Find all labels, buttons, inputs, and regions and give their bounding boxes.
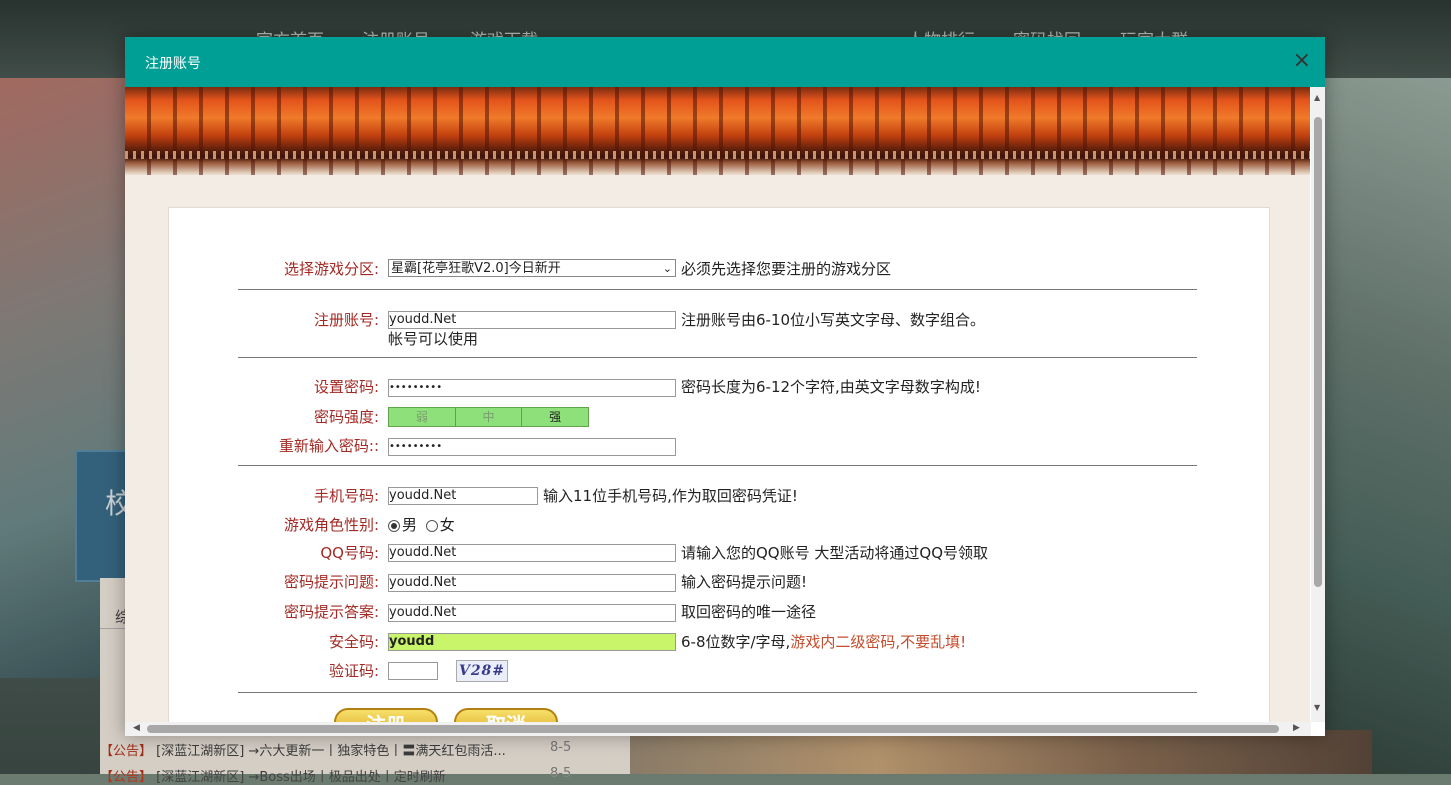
qq-input[interactable]: youdd.Net <box>388 544 676 562</box>
close-icon[interactable]: × <box>1293 47 1311 75</box>
horizontal-scrollbar[interactable]: ◀ ▶ <box>125 722 1311 736</box>
account-row: 注册账号: youdd.Net 注册账号由6-10位小写英文字母、数字组合。 <box>169 309 1269 331</box>
question-row: 密码提示问题: youdd.Net 输入密码提示问题! <box>169 571 1269 593</box>
strength-strong: 强 <box>522 408 589 426</box>
security-hint: 6-8位数字/字母,游戏内二级密码,不要乱填! <box>681 631 966 653</box>
scroll-up-icon[interactable]: ▲ <box>1314 93 1320 102</box>
qq-hint: 请输入您的QQ账号 大型活动将通过QQ号领取 <box>681 544 988 562</box>
answer-row: 密码提示答案: youdd.Net 取回密码的唯一途径 <box>169 601 1269 623</box>
security-label: 安全码: <box>328 633 379 651</box>
horizontal-scroll-thumb[interactable] <box>147 725 1279 733</box>
gender-male-label: 男 <box>402 516 418 534</box>
account-input[interactable]: youdd.Net <box>388 311 676 329</box>
password-strength-meter: 弱 中 强 <box>388 407 589 427</box>
zone-row: 选择游戏分区: 星霸[花亭狂歌V2.0]今日新开 ⌄ 必须先选择您要注册的游戏分… <box>169 258 1269 280</box>
phone-label: 手机号码: <box>313 487 379 505</box>
password-hint: 密码长度为6-12个字符,由英文字母数字构成! <box>681 378 981 396</box>
strength-weak: 弱 <box>389 408 456 426</box>
roof-banner-dots <box>125 151 1310 159</box>
answer-input[interactable]: youdd.Net <box>388 604 676 622</box>
gender-row: 游戏角色性别: 男 女 <box>169 514 1269 536</box>
phone-hint: 输入11位手机号码,作为取回密码凭证! <box>543 487 798 505</box>
phone-row: 手机号码: youdd.Net 输入11位手机号码,作为取回密码凭证! <box>169 485 1269 507</box>
password-label: 设置密码: <box>313 378 379 396</box>
repeat-password-input[interactable]: ••••••••• <box>388 438 676 456</box>
modal-body: 选择游戏分区: 星霸[花亭狂歌V2.0]今日新开 ⌄ 必须先选择您要注册的游戏分… <box>125 87 1310 722</box>
captcha-input[interactable] <box>388 662 438 680</box>
scroll-right-icon[interactable]: ▶ <box>1293 723 1300 733</box>
answer-label: 密码提示答案: <box>283 603 379 621</box>
gender-female-radio[interactable] <box>425 519 438 532</box>
divider <box>238 465 1197 466</box>
register-modal: 注册账号 × 选择游戏分区: 星霸[花亭狂歌V2.0]今日新开 ⌄ 必须先选择您… <box>125 37 1325 736</box>
register-form: 选择游戏分区: 星霸[花亭狂歌V2.0]今日新开 ⌄ 必须先选择您要注册的游戏分… <box>168 207 1270 722</box>
captcha-row: 验证码: V28# <box>169 660 1269 682</box>
repeat-password-row: 重新输入密码:: ••••••••• <box>169 435 1269 457</box>
divider <box>238 357 1197 358</box>
divider <box>238 692 1197 693</box>
security-hint-text: 6-8位数字/字母, <box>681 633 791 651</box>
strength-row: 密码强度: 弱 中 强 <box>169 406 1269 428</box>
modal-header: 注册账号 × <box>125 37 1325 87</box>
gender-female-label: 女 <box>439 516 455 534</box>
question-input[interactable]: youdd.Net <box>388 574 676 592</box>
account-status: 帐号可以使用 <box>388 330 479 348</box>
question-label: 密码提示问题: <box>283 573 379 591</box>
cancel-button[interactable]: 取消 <box>454 708 558 722</box>
scroll-down-icon[interactable]: ▼ <box>1314 703 1320 712</box>
captcha-label: 验证码: <box>328 662 379 680</box>
answer-hint: 取回密码的唯一途径 <box>681 603 817 621</box>
qq-row: QQ号码: youdd.Net 请输入您的QQ账号 大型活动将通过QQ号领取 <box>169 542 1269 564</box>
zone-hint: 必须先选择您要注册的游戏分区 <box>681 260 892 278</box>
phone-input[interactable]: youdd.Net <box>388 487 538 505</box>
password-row: 设置密码: ••••••••• 密码长度为6-12个字符,由英文字母数字构成! <box>169 376 1269 398</box>
vertical-scrollbar[interactable]: ▲ ▼ <box>1311 87 1325 722</box>
divider <box>238 289 1197 290</box>
repeat-password-label: 重新输入密码:: <box>278 437 379 455</box>
security-input[interactable]: youdd <box>388 633 676 651</box>
submit-button[interactable]: 注册 <box>334 708 438 722</box>
account-label: 注册账号: <box>313 311 379 329</box>
zone-select[interactable]: 星霸[花亭狂歌V2.0]今日新开 ⌄ <box>388 259 676 277</box>
gender-male-radio[interactable] <box>388 519 400 532</box>
vertical-scroll-thumb[interactable] <box>1314 117 1322 587</box>
qq-label: QQ号码: <box>320 544 379 562</box>
zone-label: 选择游戏分区: <box>283 260 379 278</box>
roof-banner <box>125 87 1310 175</box>
modal-title: 注册账号 <box>145 56 201 72</box>
scroll-left-icon[interactable]: ◀ <box>133 723 140 733</box>
captcha-image[interactable]: V28# <box>456 660 508 682</box>
security-warning: 游戏内二级密码,不要乱填! <box>790 633 967 651</box>
password-input[interactable]: ••••••••• <box>388 379 676 397</box>
chevron-down-icon: ⌄ <box>662 262 672 275</box>
question-hint: 输入密码提示问题! <box>681 573 808 591</box>
gender-label: 游戏角色性别: <box>283 516 379 534</box>
security-row: 安全码: youdd 6-8位数字/字母,游戏内二级密码,不要乱填! <box>169 631 1269 653</box>
strength-medium: 中 <box>455 408 523 426</box>
account-hint: 注册账号由6-10位小写英文字母、数字组合。 <box>681 311 986 329</box>
strength-label: 密码强度: <box>313 408 379 426</box>
zone-select-value: 星霸[花亭狂歌V2.0]今日新开 <box>391 261 561 276</box>
